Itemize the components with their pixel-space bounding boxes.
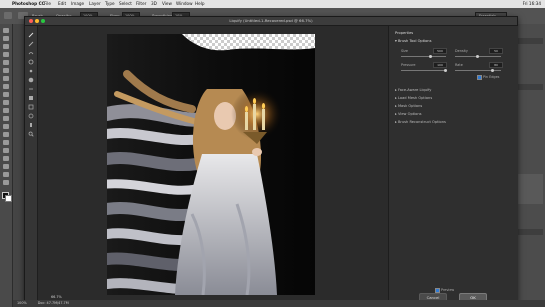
history-brush-tool-icon[interactable]	[3, 100, 9, 105]
face-tool-icon[interactable]	[28, 113, 34, 119]
move-tool-icon[interactable]	[3, 28, 9, 33]
status-doc-info: Doc: 47.7M/47.7M	[37, 301, 69, 305]
section-load-mesh-label: Load Mesh Options	[397, 96, 433, 100]
close-window-icon[interactable]	[29, 19, 33, 23]
status-bar: 100% Doc: 47.7M/47.7M	[13, 300, 545, 307]
tools-panel	[0, 24, 13, 307]
brush-tool-options-label: Brush Tool Options	[397, 39, 432, 43]
eyedropper-tool-icon[interactable]	[3, 68, 9, 73]
size-label: Size	[401, 49, 408, 53]
rate-field[interactable]: 80	[489, 62, 503, 68]
menu-edit[interactable]: Edit	[58, 0, 66, 8]
lasso-tool-icon[interactable]	[3, 44, 9, 49]
section-view-options[interactable]: ▸ View Options	[395, 112, 422, 116]
crop-tool-icon[interactable]	[3, 60, 9, 65]
liquify-preview-canvas[interactable]	[107, 34, 315, 295]
zoom-tool-icon[interactable]	[3, 180, 9, 185]
menu-type[interactable]: Type	[105, 0, 115, 8]
section-brush-reconstruct-label: Brush Reconstruct Options	[397, 120, 446, 124]
dialog-title-bar: Liquify (Untitled-1-Recovered.psd @ 66.7…	[25, 17, 517, 26]
menu-window[interactable]: Window	[176, 0, 193, 8]
section-face-aware-label: Face-Aware Liquify	[397, 88, 432, 92]
thaw-mask-tool-icon[interactable]	[28, 104, 34, 110]
dialog-title: Liquify (Untitled-1-Recovered.psd @ 66.7…	[229, 18, 313, 23]
pin-edges-label: Pin Edges	[483, 75, 500, 79]
menu-clock: Fri 16:34	[522, 1, 541, 6]
zoom-tool-icon[interactable]	[28, 131, 34, 137]
dodge-tool-icon[interactable]	[3, 132, 9, 137]
blur-tool-icon[interactable]	[3, 124, 9, 129]
size-field[interactable]: 500	[433, 48, 447, 54]
density-field[interactable]: 50	[489, 48, 503, 54]
minimize-window-icon[interactable]	[35, 19, 39, 23]
quick-select-tool-icon[interactable]	[3, 52, 9, 57]
pressure-slider[interactable]	[401, 70, 446, 71]
pressure-slider-knob[interactable]	[444, 69, 447, 72]
liquified-photo	[107, 34, 315, 295]
hand-tool-icon[interactable]	[3, 172, 9, 177]
menu-select[interactable]: Select	[119, 0, 132, 8]
section-load-mesh[interactable]: ▸ Load Mesh Options	[395, 96, 432, 100]
section-mask-options[interactable]: ▸ Mask Options	[395, 104, 422, 108]
rate-label: Rate	[455, 63, 463, 67]
background-color-swatch[interactable]	[5, 195, 12, 202]
menu-help[interactable]: Help	[195, 0, 205, 8]
gradient-tool-icon[interactable]	[3, 116, 9, 121]
liquify-tools	[25, 26, 38, 301]
liquify-dialog: Liquify (Untitled-1-Recovered.psd @ 66.7…	[24, 16, 518, 302]
size-slider-knob[interactable]	[429, 55, 432, 58]
section-face-aware[interactable]: ▸ Face-Aware Liquify	[395, 88, 431, 92]
brush-tool-options-header[interactable]: ▾ Brush Tool Options	[395, 39, 431, 43]
section-brush-reconstruct[interactable]: ▸ Brush Reconstruct Options	[395, 120, 446, 124]
properties-panel: Properties ▾ Brush Tool Options Size 500…	[388, 26, 518, 302]
density-slider-knob[interactable]	[476, 55, 479, 58]
section-view-options-label: View Options	[397, 112, 422, 116]
pressure-field[interactable]: 100	[433, 62, 447, 68]
menu-view[interactable]: View	[162, 0, 172, 8]
menu-filter[interactable]: Filter	[136, 0, 146, 8]
push-left-tool-icon[interactable]	[28, 86, 34, 92]
rate-slider[interactable]	[455, 70, 501, 71]
marquee-tool-icon[interactable]	[3, 36, 9, 41]
type-tool-icon[interactable]	[3, 148, 9, 153]
pen-tool-icon[interactable]	[3, 140, 9, 145]
properties-title: Properties	[395, 31, 414, 35]
preview-label: Preview	[441, 288, 455, 292]
section-mask-options-label: Mask Options	[397, 104, 423, 108]
zoom-value: 66.7%	[51, 295, 62, 299]
path-select-tool-icon[interactable]	[3, 156, 9, 161]
eraser-tool-icon[interactable]	[3, 108, 9, 113]
app-menu[interactable]: Photoshop CC	[12, 0, 45, 8]
menu-layer[interactable]: Layer	[89, 0, 101, 8]
stamp-tool-icon[interactable]	[3, 92, 9, 97]
density-label: Density	[455, 49, 468, 53]
hand-tool-icon[interactable]	[28, 122, 34, 128]
twirl-tool-icon[interactable]	[28, 59, 34, 65]
reconstruct-tool-icon[interactable]	[28, 41, 34, 47]
menu-bar: Photoshop CC File Edit Image Layer Type …	[0, 0, 545, 8]
home-icon[interactable]	[4, 12, 12, 19]
status-zoom: 100%	[17, 301, 27, 305]
pressure-label: Pressure	[401, 63, 416, 67]
smooth-tool-icon[interactable]	[28, 50, 34, 56]
forward-warp-tool-icon[interactable]	[28, 32, 34, 38]
menu-3d[interactable]: 3D	[151, 0, 157, 8]
zoom-window-icon[interactable]	[41, 19, 45, 23]
pucker-tool-icon[interactable]	[28, 68, 34, 74]
bloat-tool-icon[interactable]	[28, 77, 34, 83]
healing-tool-icon[interactable]	[3, 76, 9, 81]
brush-tool-icon[interactable]	[3, 84, 9, 89]
pin-edges-checkbox[interactable]	[477, 75, 482, 80]
rate-slider-knob[interactable]	[491, 69, 494, 72]
freeze-mask-tool-icon[interactable]	[28, 95, 34, 101]
shape-tool-icon[interactable]	[3, 164, 9, 169]
menu-file[interactable]: File	[44, 0, 51, 8]
size-slider[interactable]	[401, 56, 446, 57]
menu-image[interactable]: Image	[71, 0, 84, 8]
